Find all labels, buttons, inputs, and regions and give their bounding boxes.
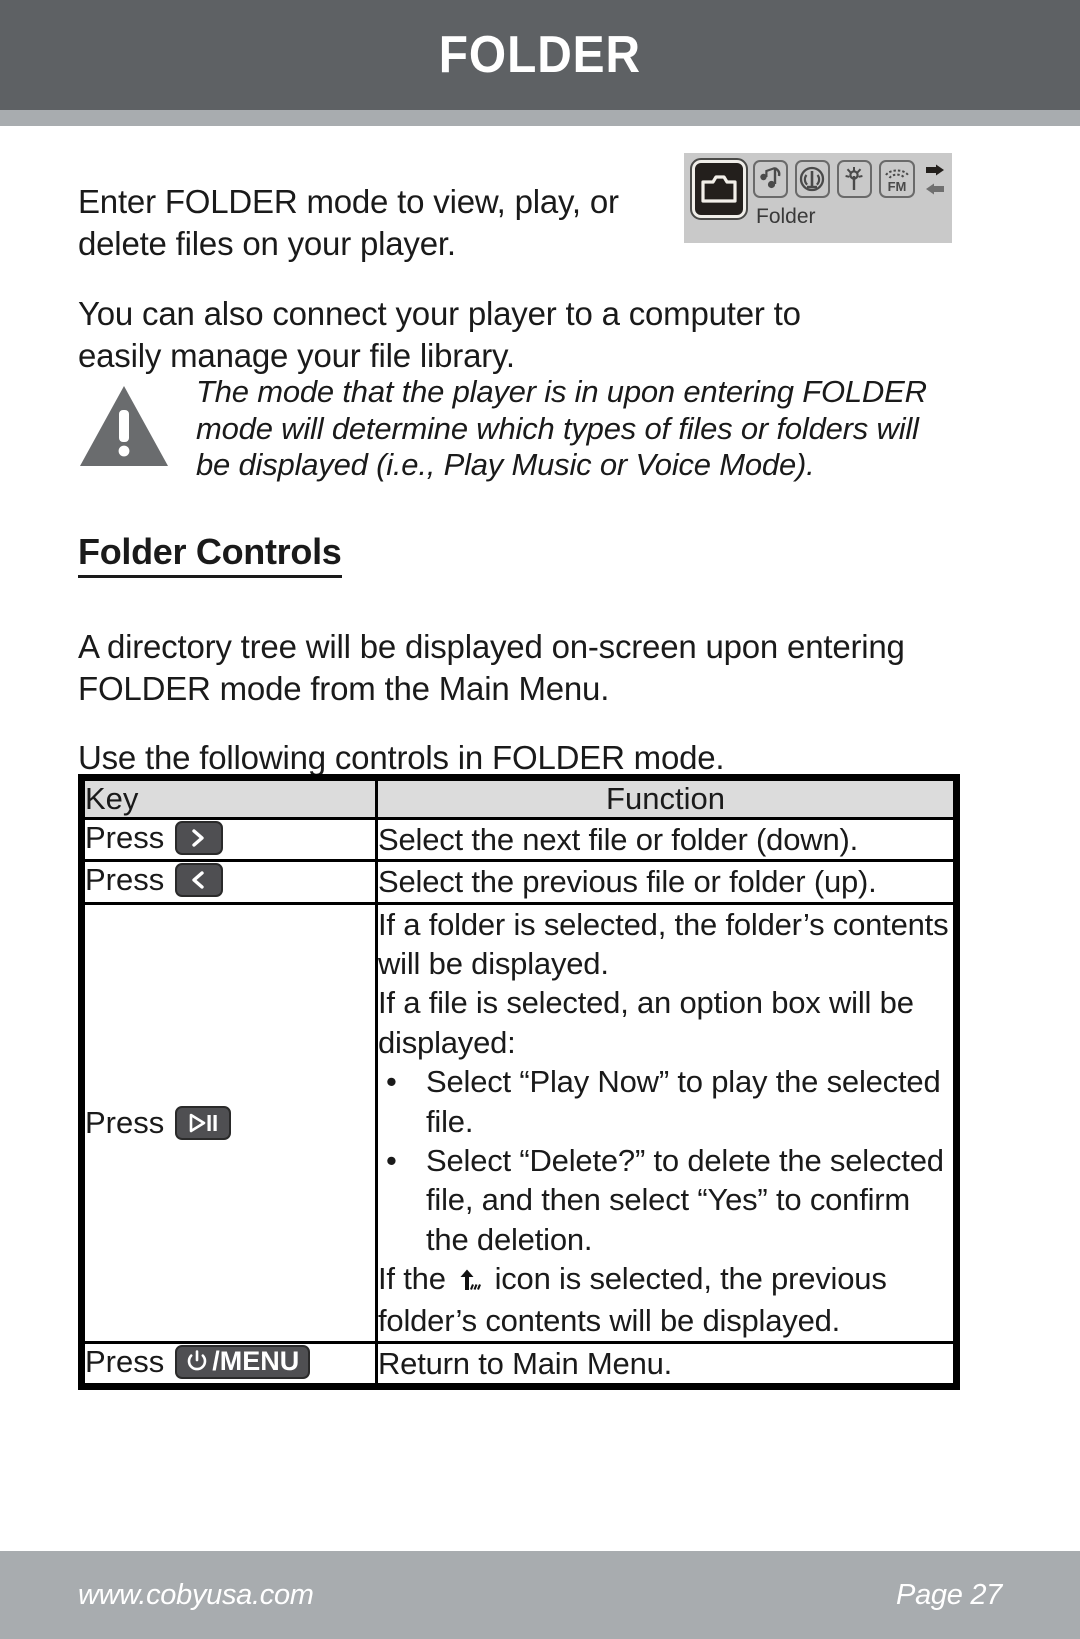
music-note-icon	[752, 160, 788, 198]
function-line: If a folder is selected, the folder’s co…	[378, 906, 949, 982]
press-label: Press	[85, 1343, 165, 1379]
table-row: Press If a folder is selected, the folde…	[82, 901, 956, 1344]
function-line: If a file is selected, an option box wil…	[378, 985, 914, 1060]
play-pause-icon	[175, 1105, 232, 1140]
warning-triangle-icon	[78, 374, 170, 484]
key-cell-play-pause: Press	[82, 901, 378, 1344]
svg-text:FM: FM	[888, 179, 907, 194]
press-label: Press	[85, 1104, 165, 1140]
next-chevron-icon	[175, 821, 224, 855]
folder-controls-table: Key Function Press Select the next file …	[78, 774, 960, 1391]
table-header-row: Key Function	[82, 778, 956, 820]
press-label: Press	[85, 820, 165, 855]
page-footer: www.cobyusa.com Page 27	[0, 1551, 1080, 1639]
menu-label: /MENU	[212, 1346, 300, 1377]
section-paragraph-2: Use the following controls in FOLDER mod…	[78, 739, 725, 776]
bullet-dot-icon: •	[386, 1064, 397, 1100]
key-cell-next: Press	[82, 816, 378, 863]
bullet-dot-icon: •	[386, 1142, 397, 1178]
table-row: Press /MENU Return to Main Menu.	[82, 1340, 956, 1387]
bullet-text: Select “Delete?” to delete the selected …	[426, 1142, 944, 1257]
header-divider-rule	[0, 110, 1080, 126]
microphone-icon	[794, 160, 830, 198]
lcd-mode-label: Folder	[756, 205, 816, 228]
previous-chevron-icon	[175, 863, 224, 898]
function-cell-power-menu: Return to Main Menu.	[375, 1340, 956, 1387]
section-heading-folder-controls: Folder Controls	[78, 531, 342, 578]
column-header-function: Function	[375, 778, 956, 820]
folder-icon	[690, 158, 748, 220]
function-bullet-list: • Select “Play Now” to play the selected…	[378, 1062, 953, 1259]
function-cell-play-pause: If a folder is selected, the folder’s co…	[375, 901, 956, 1344]
table-row: Press Select the next file or folder (do…	[82, 816, 956, 863]
antenna-icon	[836, 160, 872, 198]
list-item: • Select “Delete?” to delete the selecte…	[378, 1141, 953, 1259]
bullet-text: Select “Play Now” to play the selected f…	[426, 1064, 941, 1139]
page-title: FOLDER	[438, 26, 642, 84]
press-label: Press	[85, 862, 165, 898]
page-header: FOLDER	[0, 0, 1080, 110]
intro-paragraph-2: You can also connect your player to a co…	[78, 295, 801, 374]
power-icon	[186, 1344, 208, 1380]
up-one-level-folder-icon	[457, 1262, 483, 1301]
footer-website: www.cobyusa.com	[78, 1578, 314, 1611]
note-text: The mode that the player is in upon ente…	[196, 374, 927, 483]
function-trailing-line: If the icon is selected, the previous fo…	[378, 1259, 953, 1341]
list-item: • Select “Play Now” to play the selected…	[378, 1062, 953, 1141]
function-cell-next: Select the next file or folder (down).	[375, 816, 956, 863]
lcd-scroll-arrows-icon	[924, 164, 946, 202]
trailing-suffix: icon is selected, the previous folder’s …	[378, 1260, 887, 1339]
lcd-icon-row: FM	[690, 158, 946, 220]
function-cell-previous: Select the previous file or folder (up).	[375, 859, 956, 905]
key-cell-power-menu: Press /MENU	[82, 1340, 378, 1387]
fm-radio-icon: FM	[878, 160, 915, 198]
power-menu-key: /MENU	[175, 1344, 311, 1380]
table-row: Press Select the previous file or folder…	[82, 859, 956, 905]
lcd-screen-graphic: FM Folder	[684, 153, 952, 243]
footer-page-number: Page 27	[896, 1578, 1002, 1611]
trailing-prefix: If the	[378, 1260, 455, 1296]
column-header-key: Key	[82, 778, 378, 820]
section-paragraph-1: A directory tree will be displayed on-sc…	[78, 628, 905, 707]
intro-paragraph-1: Enter FOLDER mode to view, play, or dele…	[78, 183, 619, 262]
key-cell-previous: Press	[82, 859, 378, 905]
note-callout: The mode that the player is in upon ente…	[78, 374, 958, 484]
